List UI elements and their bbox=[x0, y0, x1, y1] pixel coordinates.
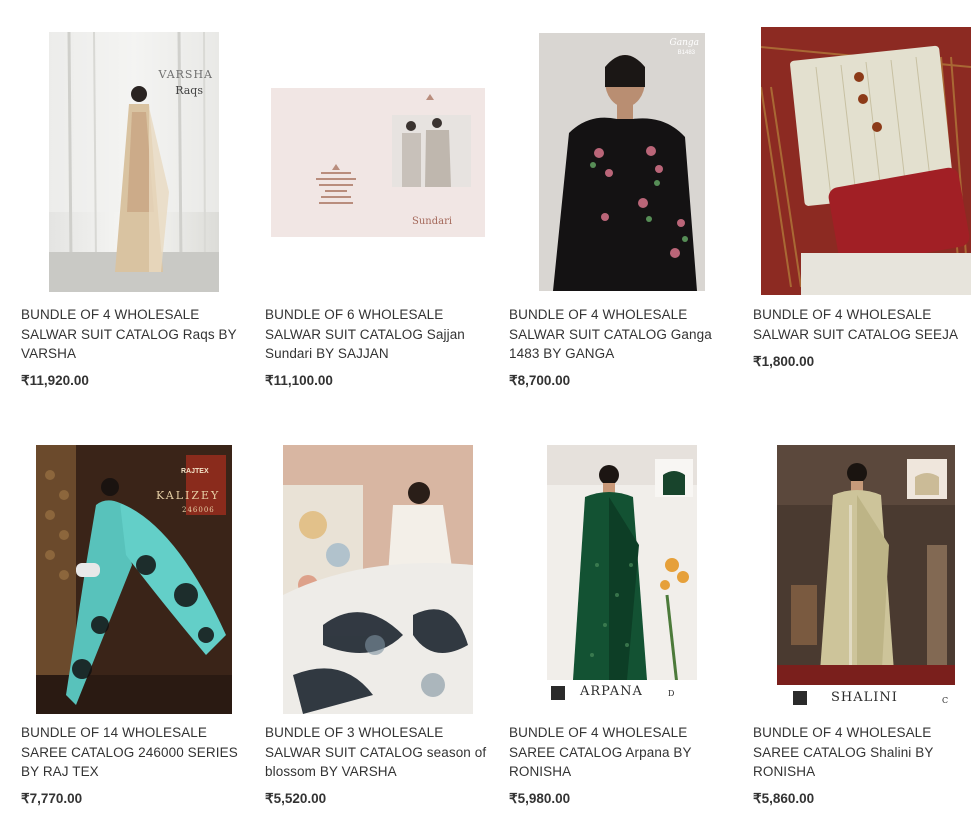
salwar-suit-image bbox=[539, 33, 705, 291]
design-code-text: B1483 bbox=[677, 50, 695, 56]
product-grid: VARSHA Raqs BUNDLE OF 4 WHOLESALE SALWAR… bbox=[0, 0, 979, 827]
product-image-link[interactable]: Ganga B1483 bbox=[509, 32, 735, 292]
product-image[interactable]: Sundari bbox=[271, 87, 485, 237]
product-image[interactable]: VARSHA Raqs bbox=[49, 32, 219, 292]
product-image-link[interactable]: ARPANA D bbox=[509, 445, 735, 710]
saree-image bbox=[547, 445, 697, 710]
product-price: ₹5,860.00 bbox=[753, 791, 815, 806]
product-price: ₹5,980.00 bbox=[509, 791, 571, 806]
product-image[interactable]: RAJTEX KALIZEY 246006 bbox=[36, 445, 232, 714]
design-code-text: D bbox=[668, 689, 675, 698]
product-title[interactable]: BUNDLE OF 4 WHOLESALE SAREE CATALOG Shal… bbox=[753, 723, 975, 782]
product-image[interactable]: ARPANA D bbox=[547, 445, 697, 710]
saree-image bbox=[36, 445, 232, 714]
catalog-name-text: KALIZEY bbox=[156, 489, 221, 502]
product-title[interactable]: BUNDLE OF 4 WHOLESALE SALWAR SUIT CATALO… bbox=[509, 305, 731, 364]
product-price: ₹11,920.00 bbox=[21, 373, 89, 388]
product-image-link[interactable]: SHALINI C bbox=[753, 445, 979, 711]
catalog-cover-image bbox=[271, 87, 485, 237]
catalog-name-text: Sundari bbox=[412, 215, 453, 227]
catalog-name-text: SHALINI bbox=[831, 690, 898, 705]
product-price: ₹11,100.00 bbox=[265, 373, 333, 388]
product-image-link[interactable]: Sundari bbox=[265, 32, 491, 292]
product-title[interactable]: BUNDLE OF 4 WHOLESALE SALWAR SUIT CATALO… bbox=[21, 305, 243, 364]
product-title[interactable]: BUNDLE OF 3 WHOLESALE SALWAR SUIT CATALO… bbox=[265, 723, 487, 782]
product-title[interactable]: BUNDLE OF 14 WHOLESALE SAREE CATALOG 246… bbox=[21, 723, 243, 782]
product-title[interactable]: BUNDLE OF 4 WHOLESALE SAREE CATALOG Arpa… bbox=[509, 723, 731, 782]
product-image[interactable]: Ganga B1483 bbox=[539, 33, 705, 291]
product-image[interactable]: SHALINI C bbox=[777, 445, 955, 711]
brand-logo-text: VARSHA bbox=[158, 68, 213, 81]
brand-logo-text: RAJTEX bbox=[181, 468, 209, 475]
product-price: ₹7,770.00 bbox=[21, 791, 83, 806]
product-image-link[interactable]: VARSHA Raqs bbox=[21, 32, 247, 292]
product-price: ₹8,700.00 bbox=[509, 373, 571, 388]
product-image-link[interactable] bbox=[753, 27, 979, 295]
product-price: ₹1,800.00 bbox=[753, 354, 815, 369]
product-price: ₹5,520.00 bbox=[265, 791, 327, 806]
salwar-suit-image bbox=[283, 445, 473, 714]
product-title[interactable]: BUNDLE OF 6 WHOLESALE SALWAR SUIT CATALO… bbox=[265, 305, 487, 364]
product-image[interactable] bbox=[283, 445, 473, 714]
design-code-text: C bbox=[942, 696, 949, 705]
product-image-link[interactable] bbox=[265, 445, 491, 714]
catalog-name-text: ARPANA bbox=[580, 684, 643, 699]
catalog-name-text: Raqs bbox=[175, 84, 203, 97]
product-image[interactable] bbox=[761, 27, 971, 295]
dress-material-image bbox=[761, 27, 971, 295]
brand-logo-text: Ganga bbox=[669, 38, 699, 48]
product-title[interactable]: BUNDLE OF 4 WHOLESALE SALWAR SUIT CATALO… bbox=[753, 305, 975, 344]
product-image-link[interactable]: RAJTEX KALIZEY 246006 bbox=[21, 445, 247, 714]
saree-image bbox=[777, 445, 955, 711]
design-code-text: 246006 bbox=[182, 506, 215, 514]
